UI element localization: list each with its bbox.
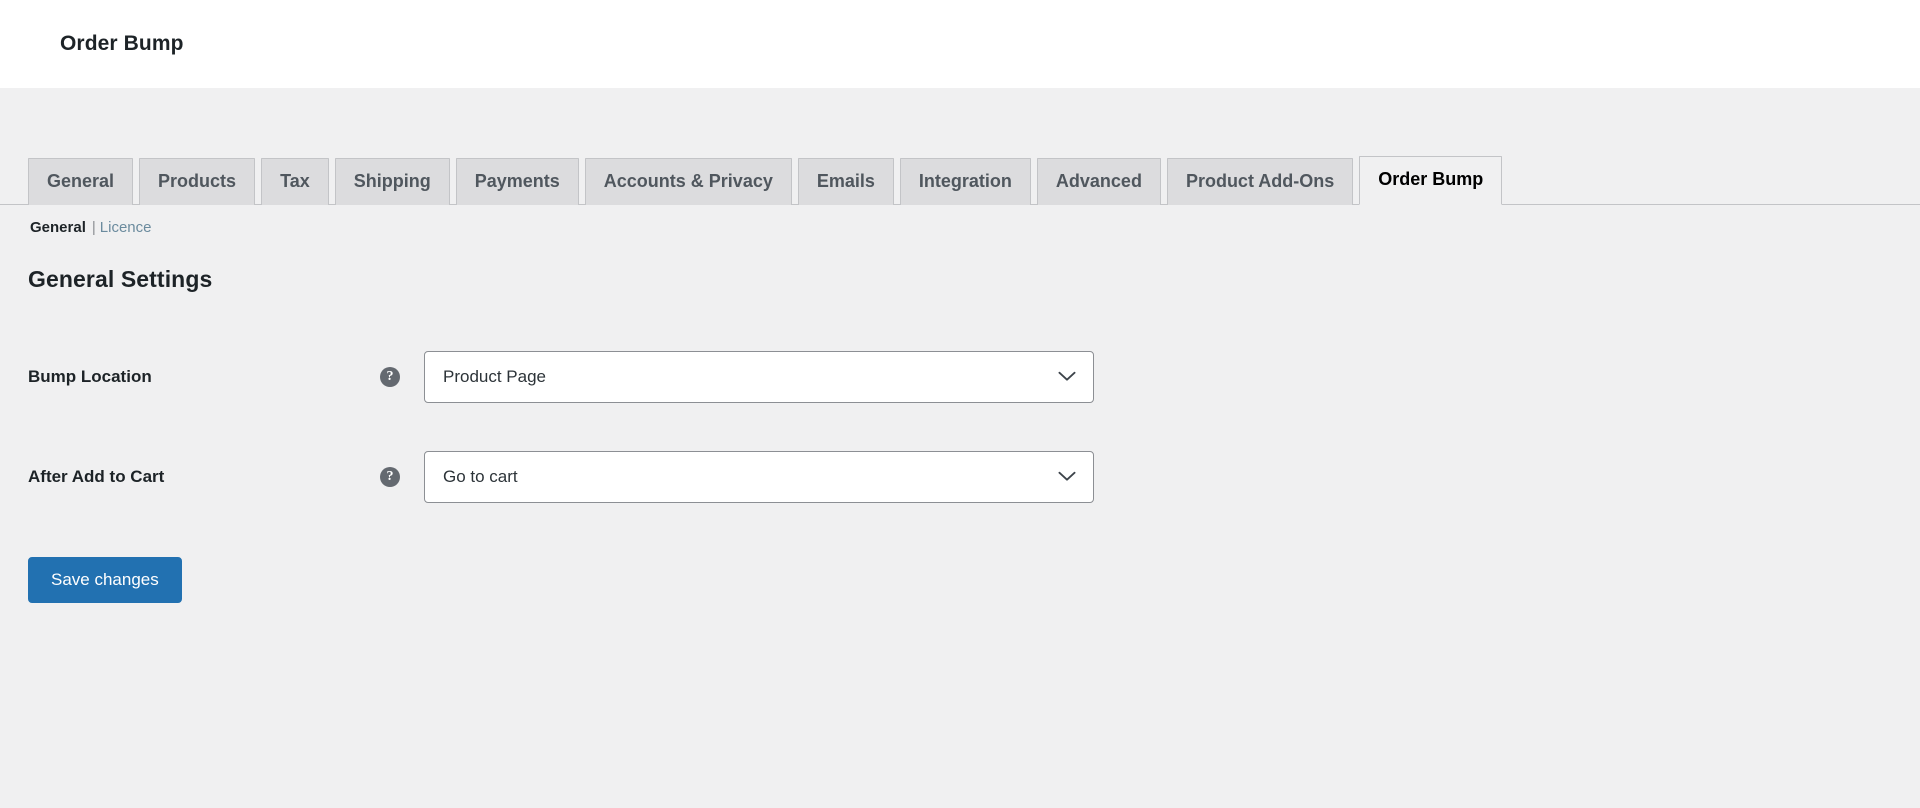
tab-general[interactable]: General [28, 157, 134, 205]
field-control-cell: ? Product Page [380, 327, 1920, 427]
section-subnav: General | Licence [28, 219, 1920, 236]
subnav-item: General [28, 219, 88, 236]
tab-advanced[interactable]: Advanced [1036, 157, 1161, 205]
tab-accounts-privacy[interactable]: Accounts & Privacy [584, 157, 792, 205]
tab-order-bump[interactable]: Order Bump [1359, 155, 1503, 205]
field-label: Bump Location [28, 367, 152, 386]
tab-integration[interactable]: Integration [899, 157, 1031, 205]
select-bump-location[interactable]: Product Page [424, 351, 1094, 403]
subnav-separator: | [91, 219, 96, 236]
tab-product-add-ons[interactable]: Product Add-Ons [1166, 157, 1354, 205]
tab-products[interactable]: Products [139, 157, 256, 205]
help-tip-icon[interactable]: ? [380, 367, 400, 387]
select-wrapper: Go to cart [424, 451, 1094, 503]
settings-form-table: Bump Location? Product Page After Add to C… [0, 327, 1920, 527]
settings-page-body: General Products Tax Shipping Payments Accoun… [0, 88, 1920, 808]
tab-tax[interactable]: Tax [261, 157, 329, 205]
section-heading: General Settings [28, 266, 213, 292]
form-row: After Add to Cart? Go to cart [0, 427, 1920, 527]
settings-tab-bar: General Products Tax Shipping Payments Accoun… [0, 88, 1920, 205]
field-control-cell: ? Go to cart [380, 427, 1920, 527]
form-row: Bump Location? Product Page [0, 327, 1920, 427]
save-changes-button[interactable]: Save changes [28, 557, 182, 603]
subnav-link-general[interactable]: General [28, 219, 88, 236]
page-title: Order Bump [60, 32, 184, 55]
select-wrapper: Product Page [424, 351, 1094, 403]
select-after-add-to-cart[interactable]: Go to cart [424, 451, 1094, 503]
admin-header: Order Bump [0, 0, 1920, 88]
subnav-link-licence[interactable]: Licence [98, 219, 154, 236]
help-tip-icon[interactable]: ? [380, 467, 400, 487]
tab-shipping[interactable]: Shipping [334, 157, 450, 205]
field-control-row: ? Go to cart [380, 451, 1910, 503]
tab-emails[interactable]: Emails [797, 157, 894, 205]
tab-payments[interactable]: Payments [455, 157, 579, 205]
field-label: After Add to Cart [28, 467, 165, 486]
subnav-item: | Licence [88, 219, 154, 236]
field-control-row: ? Product Page [380, 351, 1910, 403]
submit-row: Save changes [28, 557, 1920, 603]
